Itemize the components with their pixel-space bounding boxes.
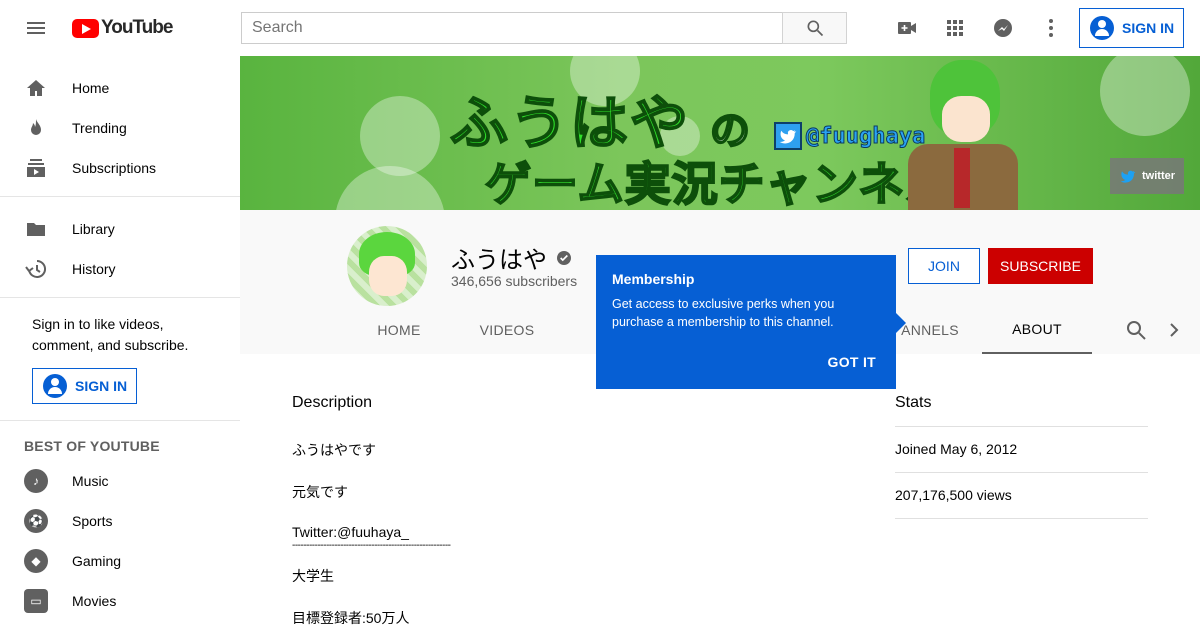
about-section: Description ふうはやです 元気です Twitter:@fuuhaya…	[240, 354, 1200, 630]
messages-icon[interactable]	[991, 16, 1015, 40]
channel-search-icon[interactable]	[1124, 318, 1148, 342]
stats-divider	[895, 426, 1148, 427]
sidebar-divider	[0, 420, 240, 421]
gaming-icon: ◆	[24, 549, 48, 573]
banner-bokeh	[1100, 56, 1190, 136]
channel-name: ふうはや	[451, 247, 547, 274]
stats-divider	[895, 518, 1148, 519]
sidebar-item-label: Home	[72, 80, 110, 96]
twitter-bird-icon	[774, 122, 802, 150]
chevron-right-icon[interactable]	[1162, 318, 1186, 342]
sidebar-item-trending[interactable]: Trending	[0, 108, 240, 148]
avatar-face	[369, 256, 407, 296]
sidebar-item-music[interactable]: ♪ Music	[0, 461, 240, 501]
sign-in-prompt: Sign in to like videos, comment, and sub…	[32, 316, 189, 353]
sidebar-item-label: Movies	[72, 593, 117, 609]
sidebar-item-label: Trending	[72, 120, 127, 136]
handle-text: @fuughaya	[805, 123, 926, 149]
subscriber-count: 346,656 subscribers	[451, 273, 578, 289]
sidebar-divider	[0, 297, 240, 298]
description-line: 元気です	[292, 484, 348, 500]
join-button[interactable]: JOIN	[908, 248, 980, 284]
sidebar-item-sports[interactable]: ⚽ Sports	[0, 501, 240, 541]
got-it-button[interactable]: GOT IT	[828, 354, 876, 370]
search-input[interactable]	[241, 12, 783, 44]
subscribe-button[interactable]: SUBSCRIBE	[988, 248, 1093, 284]
tab-videos[interactable]: VIDEOS	[460, 306, 554, 354]
description-separator: ----------------------------------------…	[292, 540, 451, 551]
description-title: Description	[292, 394, 373, 411]
movies-icon: ▭	[24, 589, 48, 613]
more-options-icon[interactable]	[1039, 16, 1063, 40]
description-line: ふうはやです	[292, 442, 376, 458]
verified-check-icon	[557, 250, 571, 265]
sidebar-item-subscriptions[interactable]: Subscriptions	[0, 148, 240, 188]
create-video-icon[interactable]	[895, 16, 919, 40]
sidebar-item-library[interactable]: Library	[0, 209, 240, 249]
sidebar-item-label: Gaming	[72, 553, 122, 569]
twitter-link-label: twitter	[1142, 170, 1175, 182]
sidebar-divider	[0, 196, 240, 197]
banner-subtitle: ゲーム実況チャンネル	[484, 157, 953, 210]
apps-grid-icon[interactable]	[943, 16, 967, 40]
sports-icon: ⚽	[24, 509, 48, 533]
twitter-icon	[1120, 170, 1136, 183]
subscriptions-icon	[27, 159, 45, 177]
banner-twitter-handle: @fuughaya	[774, 122, 926, 150]
membership-tooltip: Membership Get access to exclusive perks…	[596, 255, 906, 389]
sidebar-item-label: Music	[72, 473, 109, 489]
account-icon	[1090, 16, 1114, 40]
banner-character-tie	[954, 148, 970, 208]
sidebar-item-label: Sports	[72, 513, 113, 529]
search-icon	[807, 20, 823, 37]
history-icon	[25, 259, 47, 278]
description-line: 目標登録者:50万人	[292, 610, 410, 626]
sidebar-item-label: Library	[72, 221, 115, 237]
sidebar-item-gaming[interactable]: ◆ Gaming	[0, 541, 240, 581]
sidebar-item-label: Subscriptions	[72, 160, 157, 176]
sign-in-label: SIGN IN	[75, 378, 128, 394]
stats-divider	[895, 472, 1148, 473]
top-bar: YouTube SIGN IN	[0, 0, 1200, 56]
banner-bokeh	[335, 166, 445, 210]
sidebar-item-home[interactable]: Home	[0, 68, 240, 108]
best-of-youtube-heading: BEST OF YOUTUBE	[24, 438, 160, 454]
tab-about[interactable]: ABOUT	[982, 306, 1092, 354]
description-line: Twitter:@fuuhaya_	[292, 524, 409, 540]
logo-text: YouTube	[101, 17, 173, 38]
channel-banner: ふうはや の ゲーム実況チャンネル @fuughaya twitter	[240, 56, 1200, 210]
menu-icon[interactable]	[24, 16, 48, 40]
sidebar-sign-in-button[interactable]: SIGN IN	[32, 368, 137, 404]
membership-title: Membership	[612, 271, 695, 287]
home-icon	[27, 80, 45, 96]
sidebar-item-history[interactable]: History	[0, 249, 240, 289]
search-button[interactable]	[782, 12, 847, 44]
channel-avatar[interactable]	[347, 226, 427, 306]
membership-body: Get access to exclusive perks when you p…	[612, 297, 835, 329]
banner-character-face	[942, 96, 990, 142]
sign-in-label: SIGN IN	[1122, 20, 1175, 36]
youtube-logo[interactable]: YouTube	[72, 17, 173, 39]
account-icon	[43, 374, 67, 398]
youtube-play-icon	[72, 18, 99, 38]
music-icon: ♪	[24, 469, 48, 493]
view-count: 207,176,500 views	[895, 487, 1012, 503]
sidebar-item-label: History	[72, 261, 116, 277]
stats-title: Stats	[895, 394, 932, 411]
banner-bokeh	[360, 96, 440, 176]
sidebar-item-movies[interactable]: ▭ Movies	[0, 581, 240, 621]
folder-icon	[27, 223, 45, 236]
banner-twitter-link[interactable]: twitter	[1110, 158, 1184, 194]
joined-date: Joined May 6, 2012	[895, 441, 1018, 457]
description-line: 大学生	[292, 568, 334, 584]
flame-icon	[31, 119, 41, 135]
channel-name-row: ふうはや	[451, 240, 571, 275]
sidebar: Home Trending Subscriptions Library Hist…	[0, 56, 240, 630]
sign-in-button[interactable]: SIGN IN	[1079, 8, 1184, 48]
tab-home[interactable]: HOME	[352, 306, 446, 354]
